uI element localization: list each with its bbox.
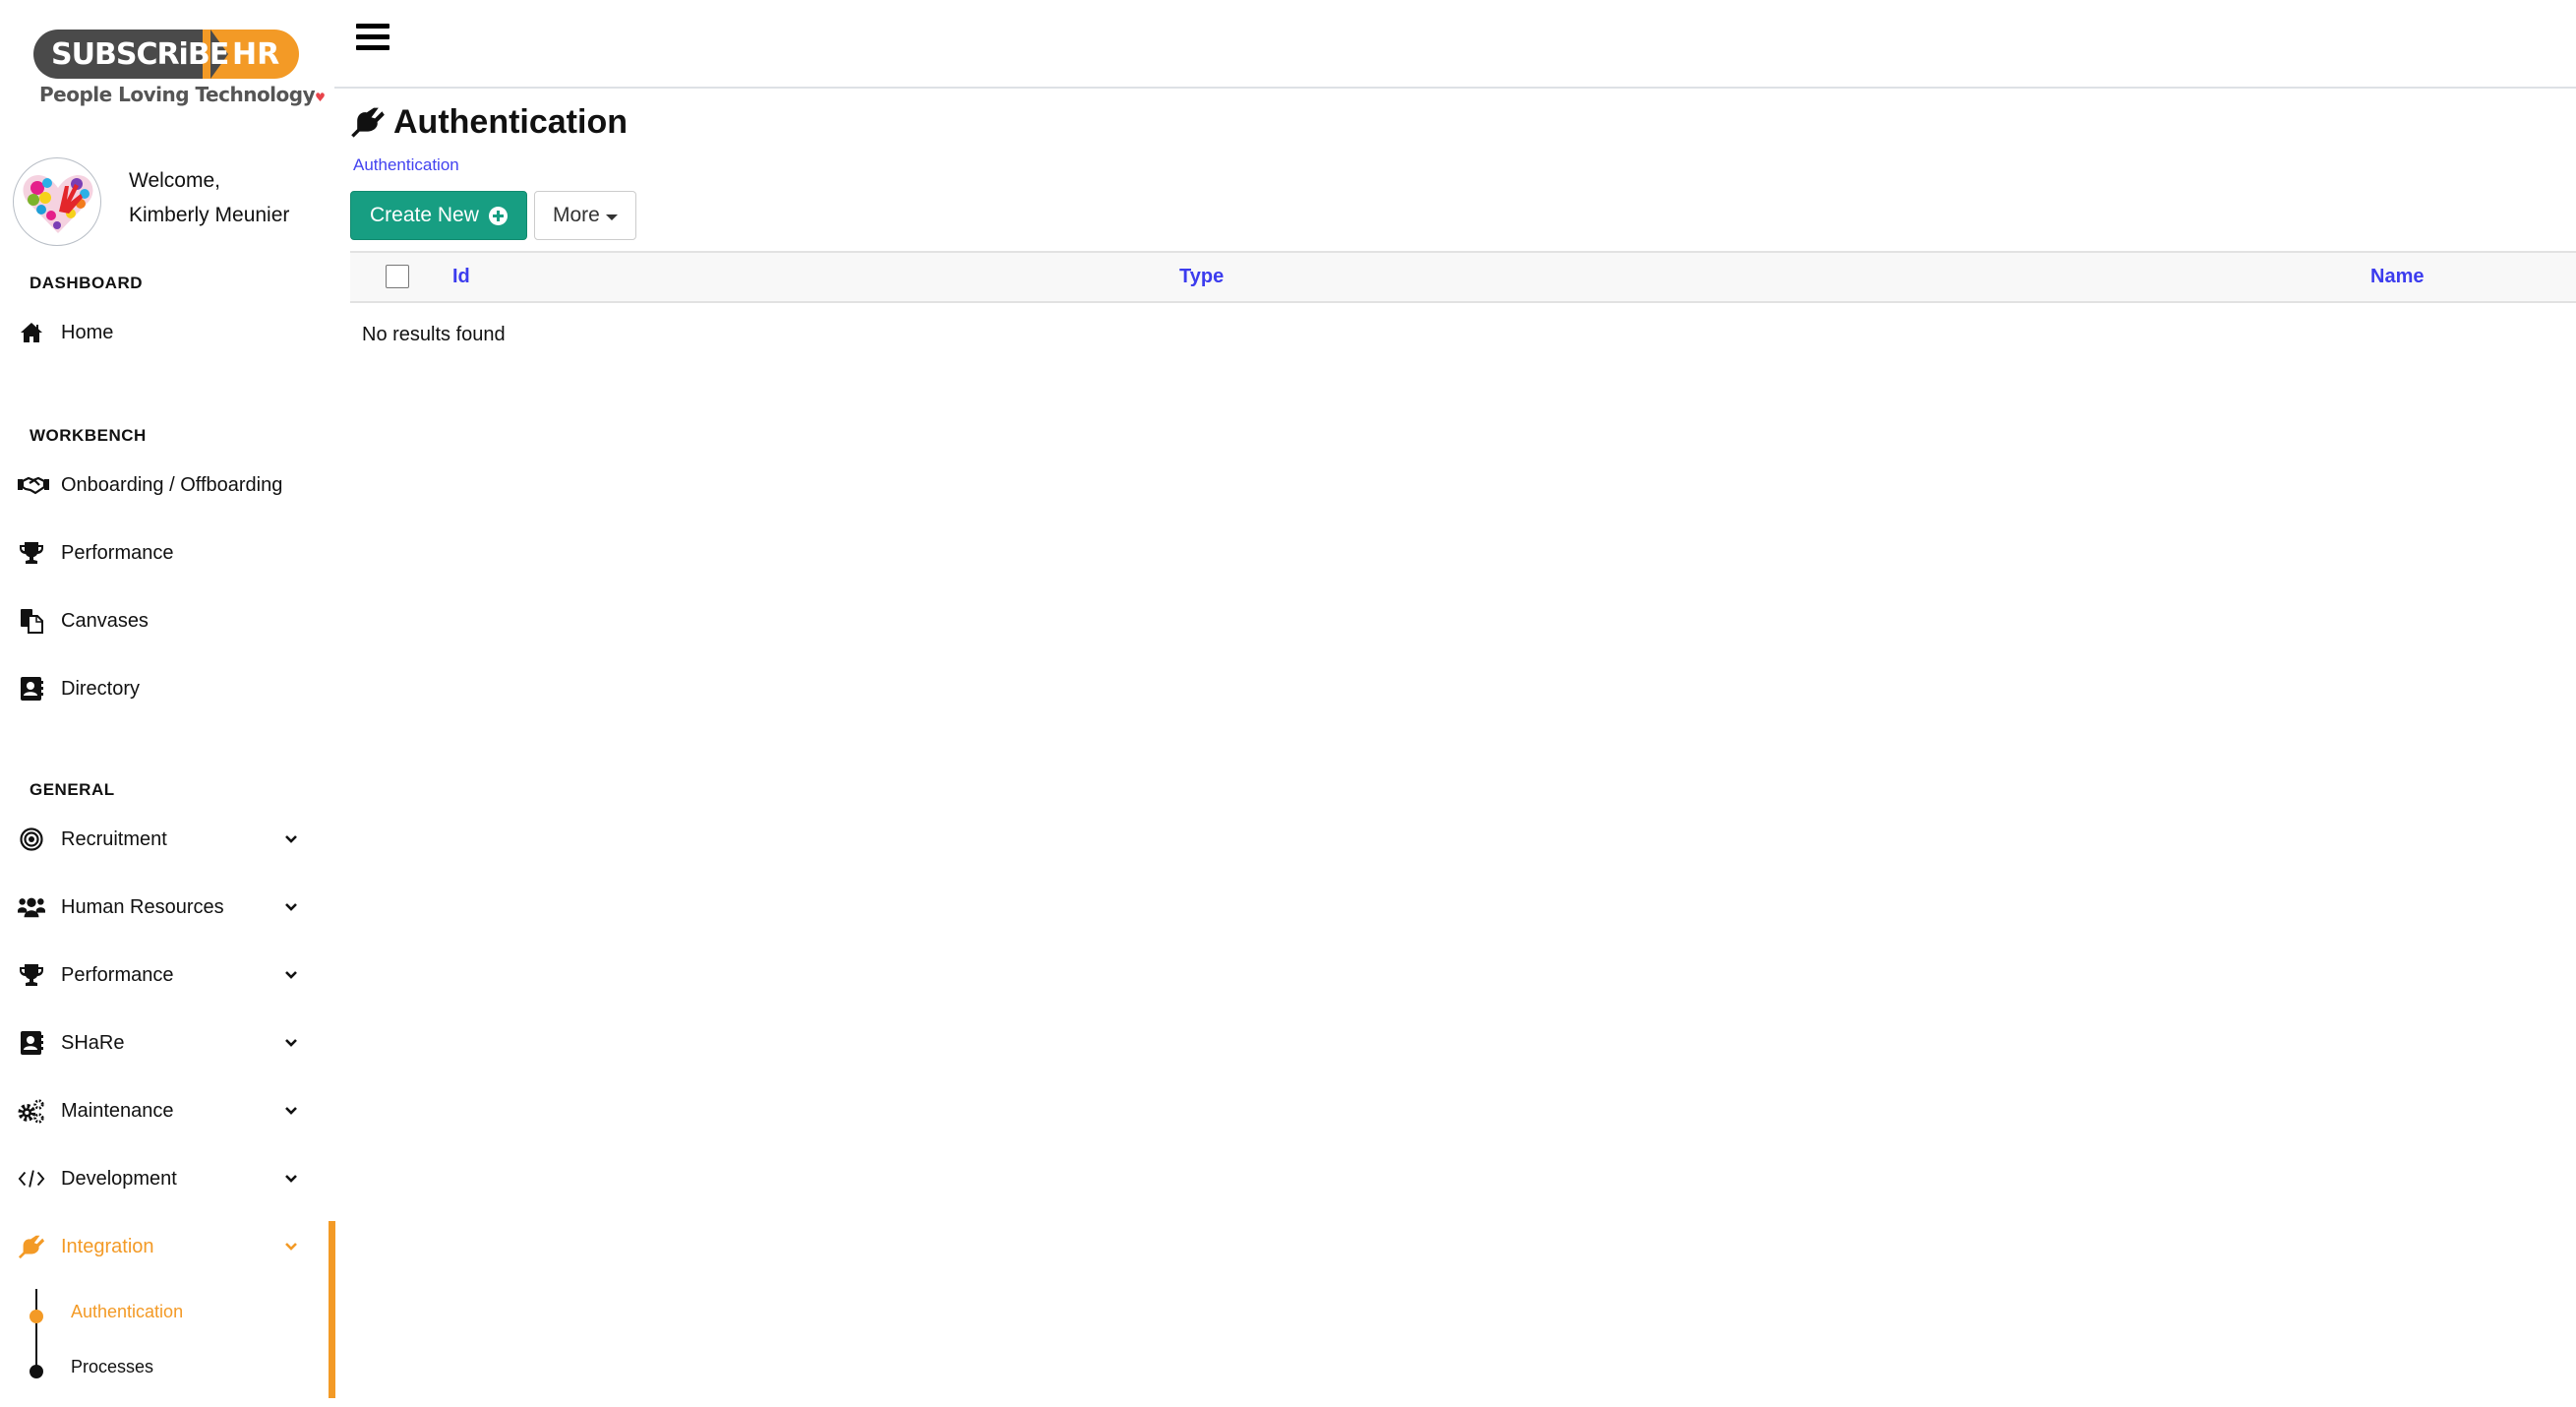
page-title: Authentication bbox=[350, 102, 628, 142]
select-all-checkbox[interactable] bbox=[386, 265, 409, 288]
sidebar-item-integration[interactable]: Integration bbox=[0, 1225, 315, 1268]
sidebar-item-performance-workbench[interactable]: Performance bbox=[0, 531, 315, 575]
avatar[interactable] bbox=[13, 157, 101, 246]
sidebar-item-performance[interactable]: Performance bbox=[0, 953, 315, 997]
chevron-down-icon[interactable] bbox=[283, 1171, 299, 1187]
more-label: More bbox=[553, 204, 600, 226]
section-title-general: GENERAL bbox=[30, 780, 115, 799]
logo-tagline: People Loving Technology♥ bbox=[39, 83, 326, 106]
active-section-indicator bbox=[329, 1221, 335, 1398]
plus-circle-icon bbox=[489, 207, 508, 225]
sidebar-item-onboarding-offboarding[interactable]: Onboarding / Offboarding bbox=[0, 463, 315, 507]
plug-icon bbox=[18, 1233, 45, 1260]
sidebar-item-canvases[interactable]: Canvases bbox=[0, 599, 315, 642]
address-book-icon bbox=[18, 675, 45, 703]
subscribe-hr-logo[interactable]: SUBSCRiBE HR People Loving Technology♥ bbox=[33, 26, 326, 112]
empty-state-message: No results found bbox=[362, 324, 506, 345]
users-icon bbox=[18, 893, 45, 921]
home-icon bbox=[18, 319, 45, 346]
chevron-down-icon[interactable] bbox=[283, 1103, 299, 1119]
code-icon bbox=[18, 1165, 45, 1193]
target-icon bbox=[18, 826, 45, 853]
chevron-down-icon[interactable] bbox=[283, 1035, 299, 1051]
table-header: Id Type Name bbox=[350, 251, 2576, 303]
section-title-workbench: WORKBENCH bbox=[30, 426, 147, 445]
heart-icon: ♥ bbox=[315, 91, 326, 104]
sidebar-subitem-authentication[interactable]: Authentication bbox=[0, 1295, 315, 1330]
column-header-id[interactable]: Id bbox=[452, 266, 470, 288]
logo-text-subscribe: SUBSCRiBE bbox=[51, 37, 229, 72]
sidebar-item-maintenance[interactable]: Maintenance bbox=[0, 1089, 315, 1132]
heart-hands-avatar-icon bbox=[23, 174, 93, 233]
user-name: Kimberly Meunier bbox=[129, 204, 290, 226]
welcome-text: Welcome, Kimberly Meunier bbox=[129, 163, 289, 232]
create-new-button[interactable]: Create New bbox=[350, 191, 527, 240]
breadcrumb-authentication[interactable]: Authentication bbox=[353, 155, 459, 175]
chevron-down-icon[interactable] bbox=[283, 899, 299, 915]
chevron-down-icon[interactable] bbox=[283, 1239, 299, 1254]
logo-text-hr: HR bbox=[232, 37, 280, 72]
address-book-icon bbox=[18, 1029, 45, 1057]
sidebar-item-development[interactable]: Development bbox=[0, 1157, 315, 1200]
column-header-name[interactable]: Name bbox=[2370, 266, 2424, 288]
hamburger-icon bbox=[356, 24, 389, 29]
plug-icon bbox=[351, 107, 385, 138]
sidebar-item-recruitment[interactable]: Recruitment bbox=[0, 818, 315, 861]
create-new-label: Create New bbox=[370, 204, 479, 226]
sidebar-item-human-resources[interactable]: Human Resources bbox=[0, 886, 315, 929]
sidebar-subitem-processes[interactable]: Processes bbox=[0, 1350, 315, 1385]
column-header-type[interactable]: Type bbox=[1179, 266, 1224, 288]
user-profile: Welcome, Kimberly Meunier bbox=[13, 157, 328, 248]
sidebar-item-share[interactable]: SHaRe bbox=[0, 1021, 315, 1065]
active-dot-icon bbox=[30, 1310, 43, 1323]
caret-down-icon bbox=[606, 214, 618, 220]
more-dropdown-button[interactable]: More bbox=[534, 191, 636, 240]
chevron-down-icon[interactable] bbox=[283, 967, 299, 983]
sidebar-item-directory[interactable]: Directory bbox=[0, 667, 315, 710]
copy-icon bbox=[18, 607, 45, 635]
sidebar: SUBSCRiBE HR People Loving Technology♥ W… bbox=[0, 0, 336, 1407]
page-title-text: Authentication bbox=[393, 102, 628, 141]
dot-icon bbox=[30, 1365, 43, 1378]
logo-badge: SUBSCRiBE HR bbox=[33, 30, 299, 79]
chevron-down-icon[interactable] bbox=[283, 831, 299, 847]
section-title-dashboard: DASHBOARD bbox=[30, 274, 143, 292]
sidebar-item-home[interactable]: Home bbox=[0, 311, 315, 354]
handshake-icon bbox=[16, 471, 51, 499]
header-divider bbox=[334, 87, 2576, 89]
trophy-icon bbox=[18, 961, 45, 989]
gears-icon bbox=[18, 1097, 45, 1125]
trophy-icon bbox=[18, 539, 45, 567]
hamburger-menu-button[interactable] bbox=[354, 20, 393, 55]
welcome-greeting: Welcome, bbox=[129, 169, 220, 192]
